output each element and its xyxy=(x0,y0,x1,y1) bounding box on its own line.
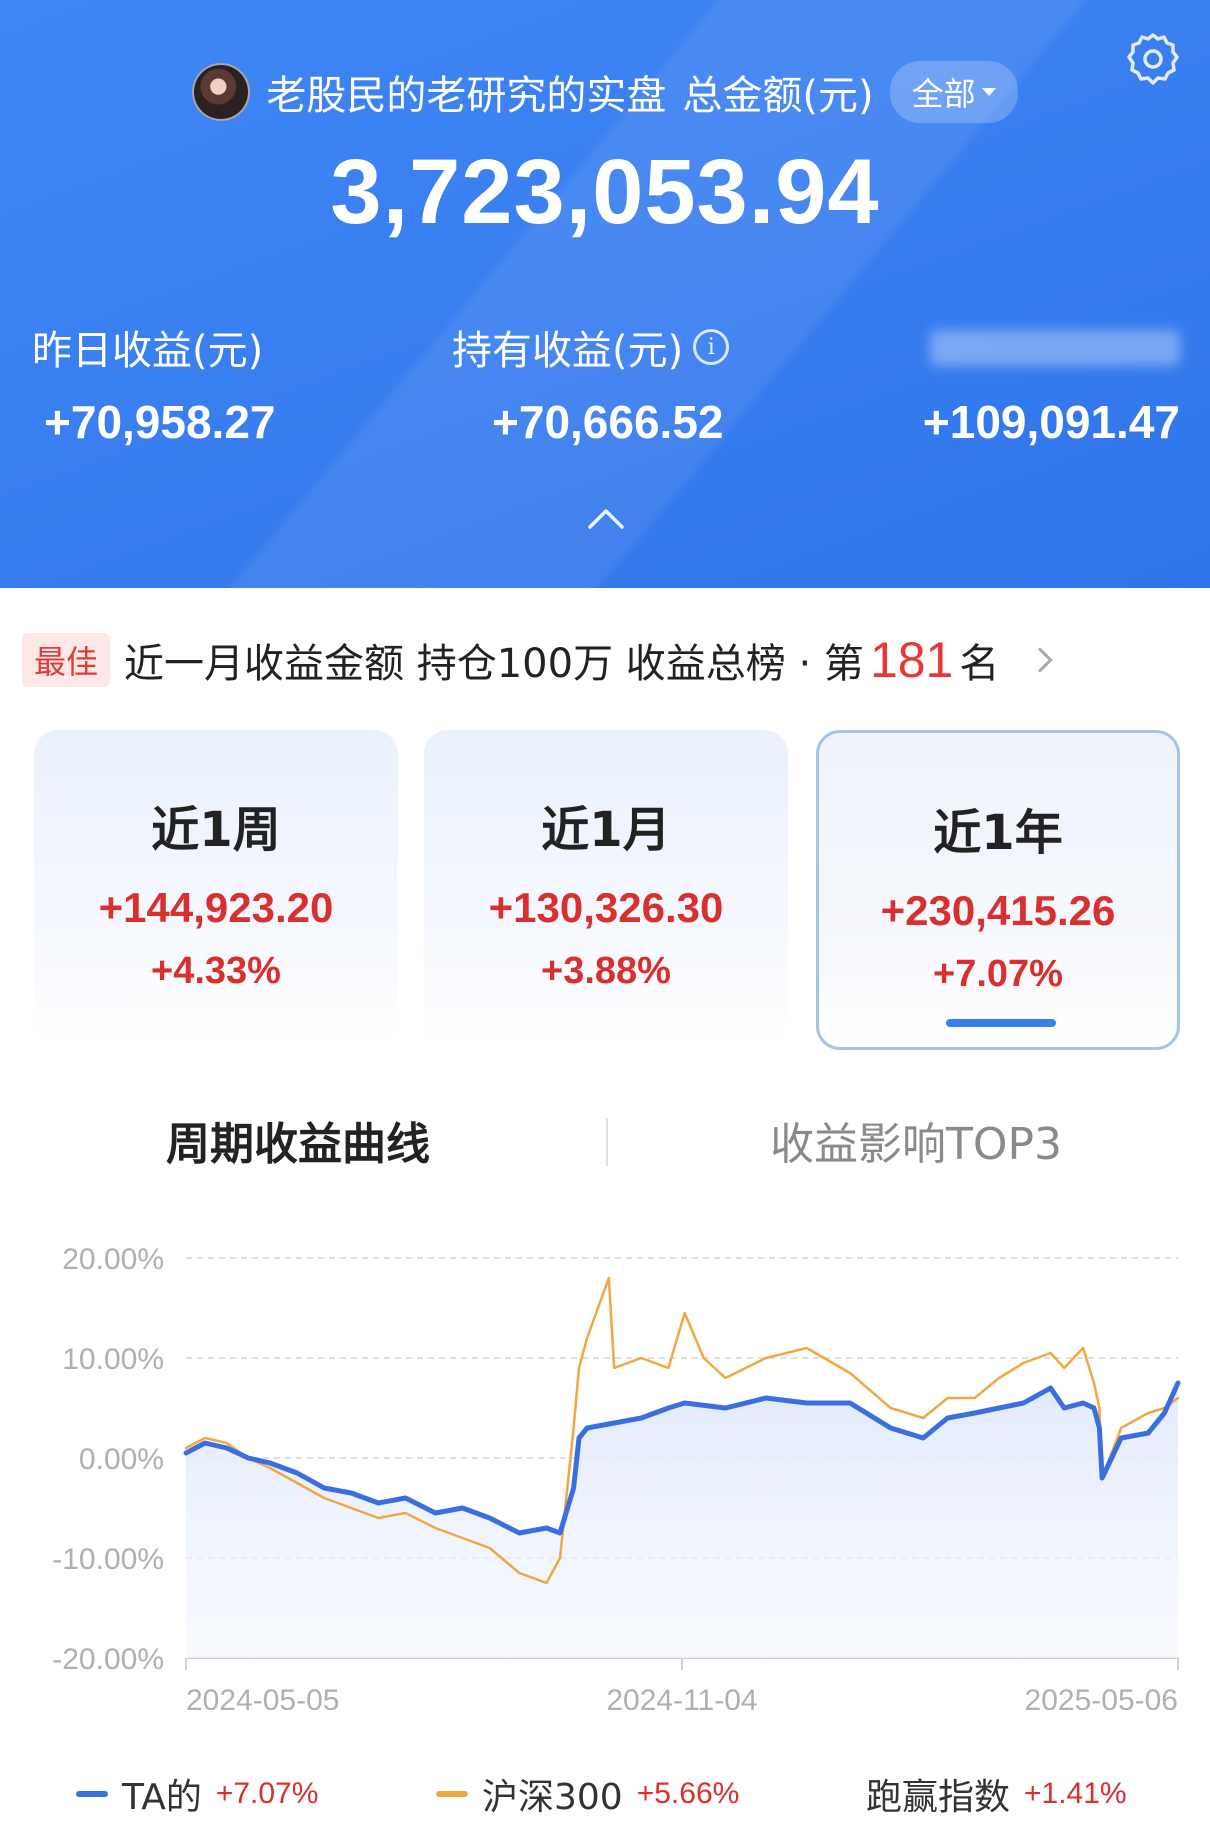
scope-dropdown-label: 全部 xyxy=(911,75,976,113)
legend-swatch xyxy=(436,1791,468,1797)
account-header: 老股民的老研究的实盘 总金额(元) 全部 3,723,053.94 昨日收益(元… xyxy=(0,0,1210,588)
best-badge: 最佳 xyxy=(22,633,111,687)
legend-item-csi300: 沪深300 +5.66% xyxy=(436,1768,739,1820)
period-amount: +230,415.26 xyxy=(880,887,1116,934)
period-percent: +7.07% xyxy=(933,953,1063,995)
blurred-stat-label xyxy=(930,330,1180,366)
y-tick-label: 20.00% xyxy=(62,1243,164,1276)
tab-divider xyxy=(606,1118,608,1166)
ranking-text-suffix: 名 xyxy=(959,641,1000,687)
ranking-number: 181 xyxy=(869,632,954,688)
y-tick-label: -10.00% xyxy=(52,1543,164,1576)
yesterday-profit-label-text: 昨日收益(元) xyxy=(32,328,264,374)
legend-item-mine: TA的 +7.07% xyxy=(76,1768,318,1820)
period-percent: +4.33% xyxy=(151,950,281,992)
chart-tabs: 周期收益曲线 收益影响TOP3 xyxy=(0,1100,1210,1180)
period-amount: +144,923.20 xyxy=(98,884,334,931)
avatar[interactable] xyxy=(192,63,251,121)
chart-legend: TA的 +7.07% 沪深300 +5.66% 跑赢指数 +1.41% xyxy=(0,1768,1210,1818)
legend-swatch xyxy=(76,1791,108,1797)
chevron-up-icon[interactable] xyxy=(586,505,626,533)
yesterday-profit-value: +70,958.27 xyxy=(44,396,276,448)
scope-dropdown[interactable]: 全部 xyxy=(889,61,1018,123)
holding-profit-label-text: 持有收益(元) xyxy=(452,328,684,374)
chevron-right-icon xyxy=(1027,647,1054,673)
caret-down-icon xyxy=(981,88,996,96)
info-icon[interactable]: i xyxy=(693,329,730,365)
holding-profit-value: +70,666.52 xyxy=(492,396,724,448)
title-row: 老股民的老研究的实盘 总金额(元) 全部 xyxy=(0,61,1210,123)
x-tick-label: 2024-11-04 xyxy=(606,1684,757,1710)
legend-name: TA的 xyxy=(122,1777,202,1818)
period-title: 近1周 xyxy=(151,802,281,858)
x-tick-label: 2025-05-06 xyxy=(1025,1684,1178,1710)
x-tick-label: 2024-05-05 xyxy=(186,1684,339,1710)
legend-name: 跑赢指数 xyxy=(866,1777,1011,1818)
ranking-text-prefix: 近一月收益金额 持仓100万 收益总榜 · 第 xyxy=(124,641,864,687)
y-tick-label: 10.00% xyxy=(62,1343,164,1376)
area-fill-mine xyxy=(186,1383,1178,1658)
ranking-text: 近一月收益金额 持仓100万 收益总榜 · 第 181 名 xyxy=(124,631,999,689)
selected-indicator xyxy=(946,1019,1056,1027)
legend-name: 沪深300 xyxy=(482,1777,623,1818)
y-tick-label: -20.00% xyxy=(52,1643,164,1676)
period-card-year[interactable]: 近1年 +230,415.26 +7.07% xyxy=(816,730,1180,1050)
yesterday-profit-label: 昨日收益(元) xyxy=(32,318,263,376)
legend-value: +5.66% xyxy=(636,1777,740,1810)
period-card-week[interactable]: 近1周 +144,923.20 +4.33% xyxy=(34,730,398,1050)
holding-profit-label: 持有收益(元) i xyxy=(452,318,730,376)
gear-icon[interactable] xyxy=(1124,30,1182,88)
total-profit-value: +109,091.47 xyxy=(922,396,1180,448)
period-card-month[interactable]: 近1月 +130,326.30 +3.88% xyxy=(424,730,788,1050)
return-curve-chart: 20.00% 10.00% 0.00% -10.00% -20.00% 2024-05-0… xyxy=(52,1243,1181,1710)
legend-value: +7.07% xyxy=(215,1777,319,1810)
period-title: 近1年 xyxy=(933,805,1063,861)
ranking-banner[interactable]: 最佳 近一月收益金额 持仓100万 收益总榜 · 第 181 名 xyxy=(22,632,1192,688)
tab-period-curve[interactable]: 周期收益曲线 xyxy=(166,1108,430,1172)
period-title: 近1月 xyxy=(541,802,671,858)
tab-top3-impact[interactable]: 收益影响TOP3 xyxy=(770,1108,1062,1172)
total-amount: 3,723,053.94 xyxy=(330,141,880,243)
total-amount-label: 总金额(元) xyxy=(682,73,874,119)
legend-item-outperform: 跑赢指数 +1.41% xyxy=(866,1768,1127,1820)
period-amount: +130,326.30 xyxy=(488,884,724,931)
legend-value: +1.41% xyxy=(1024,1777,1127,1810)
y-tick-label: 0.00% xyxy=(79,1443,164,1476)
period-percent: +3.88% xyxy=(541,950,671,992)
account-name: 老股民的老研究的实盘 xyxy=(266,73,667,119)
